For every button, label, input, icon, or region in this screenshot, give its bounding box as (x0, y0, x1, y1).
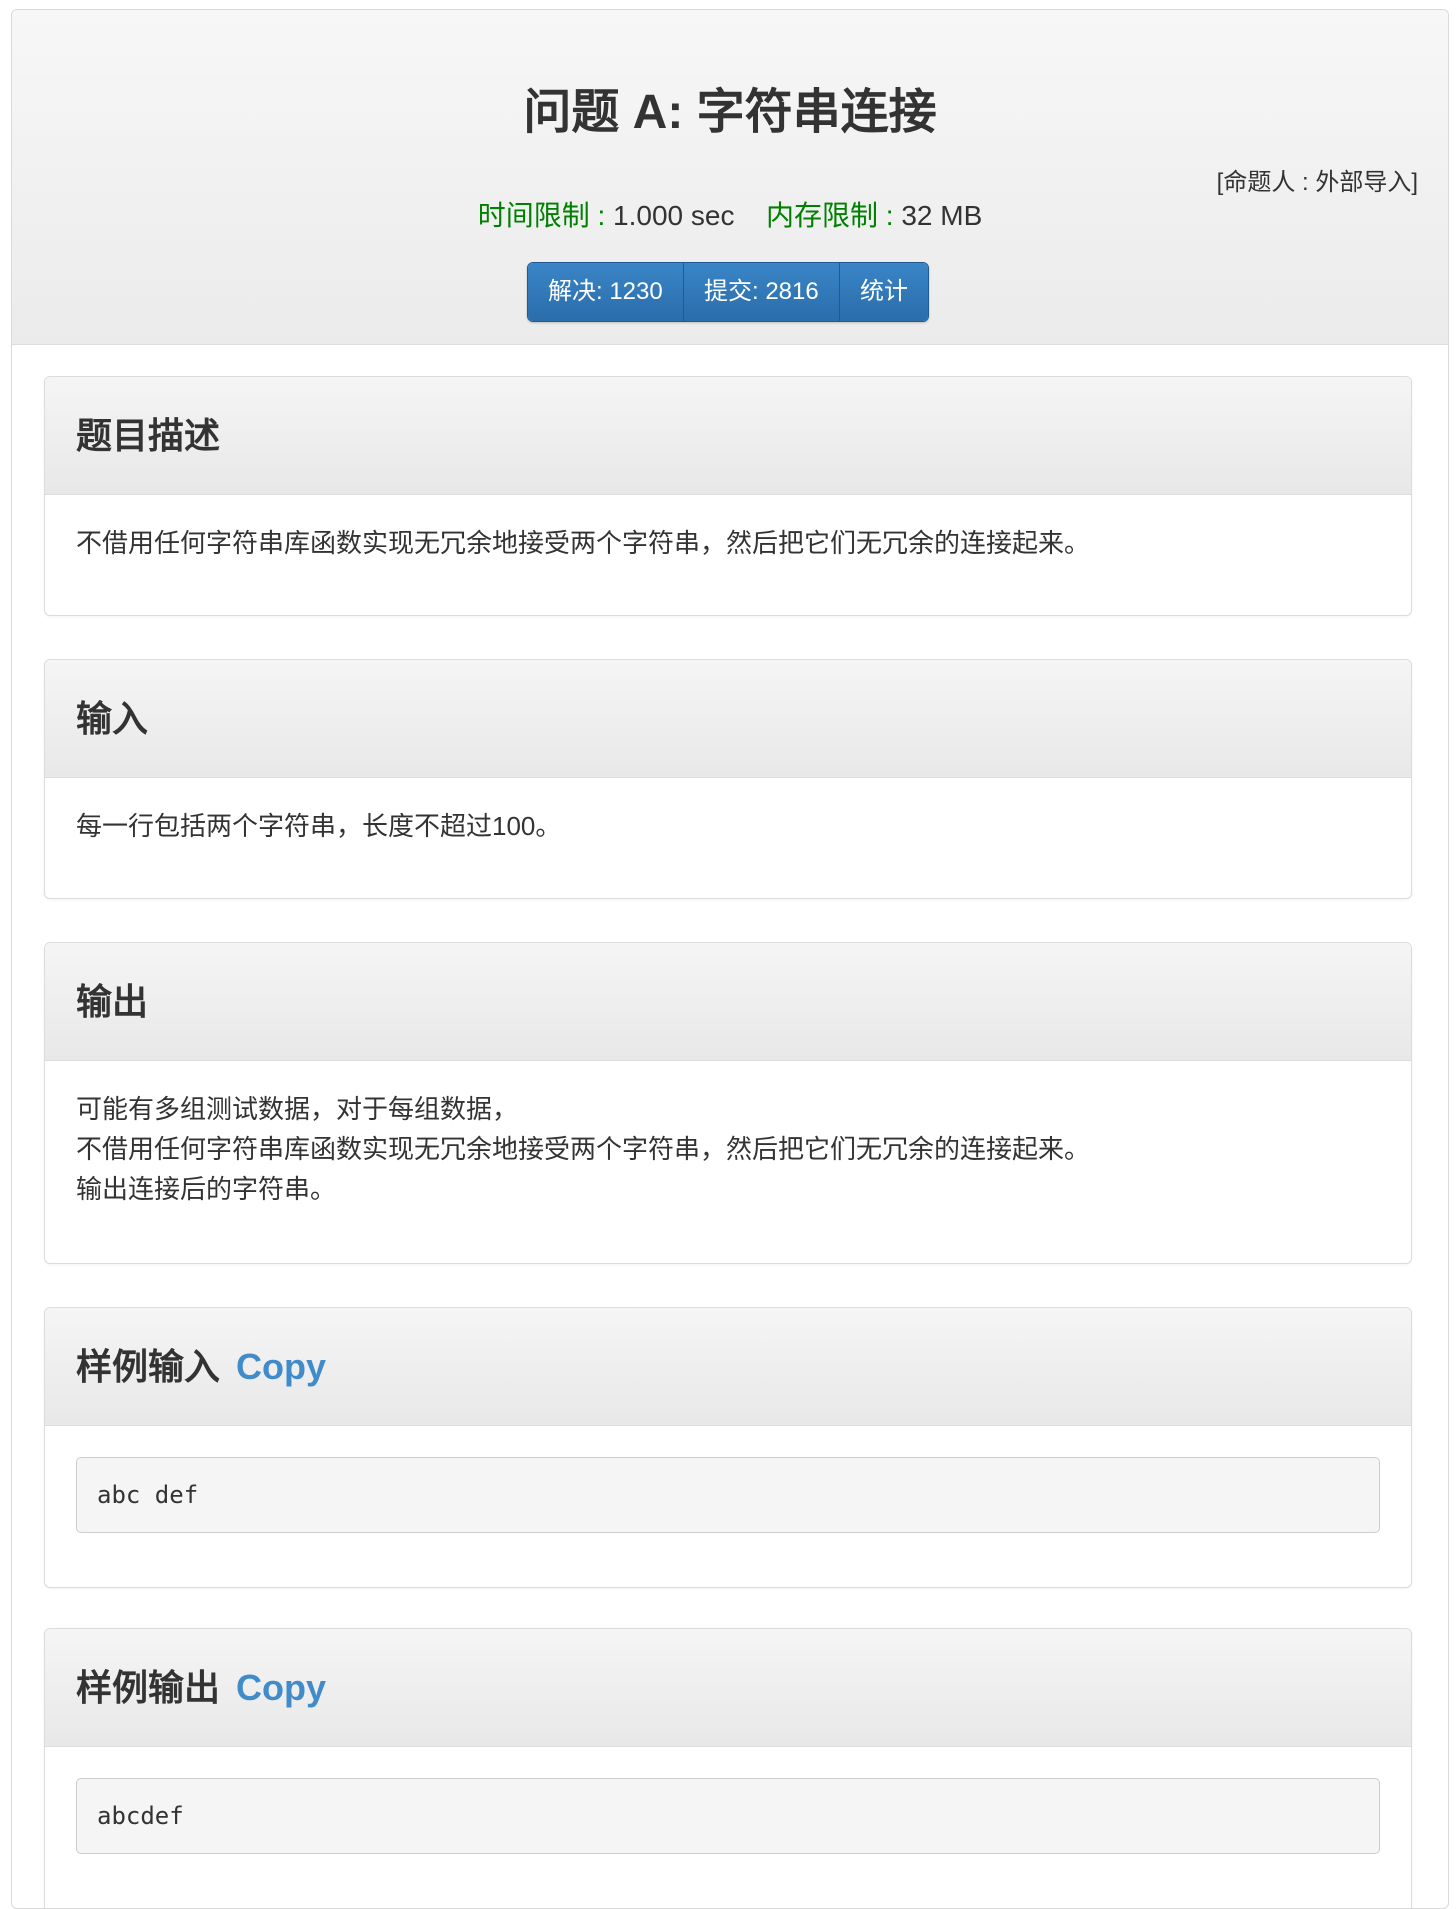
description-text: 不借用任何字符串库函数实现无冗余地接受两个字符串，然后把它们无冗余的连接起来。 (76, 528, 1091, 558)
sample-output-panel: 样例输出 Copy abcdef (44, 1628, 1412, 1908)
author-label: [命题人 : 外部导入] (1216, 169, 1418, 196)
sample-input-panel: 样例输入 Copy abc def (44, 1307, 1412, 1588)
description-panel: 题目描述 不借用任何字符串库函数实现无冗余地接受两个字符串，然后把它们无冗余的连… (44, 376, 1412, 616)
memory-limit-label: 内存限制 : (766, 200, 894, 231)
limits-line: 时间限制 : 1.000 sec 内存限制 : 32 MB (12, 194, 1448, 234)
description-heading: 题目描述 (45, 377, 1411, 495)
sample-input-title: 样例输入 (76, 1346, 221, 1387)
stats-button-group: 解决: 1230 提交: 2816 统计 (527, 262, 929, 322)
output-line: 可能有多组测试数据，对于每组数据， (76, 1094, 519, 1124)
input-panel: 输入 每一行包括两个字符串，长度不超过100。 (44, 659, 1412, 899)
page-title: 问题 A: 字符串连接 (523, 86, 937, 139)
time-limit-label: 时间限制 : (477, 200, 606, 231)
problem-page: 问题 A: 字符串连接 [命题人 : 外部导入] 时间限制 : 1.000 se… (11, 9, 1449, 1909)
sample-output-body: abcdef (45, 1747, 1411, 1854)
output-heading: 输出 (45, 943, 1411, 1061)
sample-input-code: abc def (76, 1457, 1380, 1533)
input-text: 每一行包括两个字符串，长度不超过100。 (76, 811, 562, 841)
sample-input-heading: 样例输入 Copy (45, 1308, 1411, 1426)
input-heading: 输入 (45, 660, 1411, 778)
sample-output-heading: 样例输出 Copy (45, 1629, 1411, 1747)
output-line: 不借用任何字符串库函数实现无冗余地接受两个字符串，然后把它们无冗余的连接起来。 (76, 1134, 1091, 1164)
output-panel: 输出 可能有多组测试数据，对于每组数据， 不借用任何字符串库函数实现无冗余地接受… (44, 942, 1412, 1264)
copy-sample-input-link[interactable]: Copy (236, 1346, 326, 1387)
submit-button[interactable]: 提交: 2816 (684, 263, 840, 321)
sample-output-code: abcdef (76, 1778, 1380, 1854)
sample-output-title: 样例输出 (76, 1667, 221, 1708)
time-limit-value: 1.000 sec (613, 200, 735, 231)
output-text: 可能有多组测试数据，对于每组数据， 不借用任何字符串库函数实现无冗余地接受两个字… (45, 1061, 1411, 1209)
statistics-button[interactable]: 统计 (840, 263, 928, 321)
copy-sample-output-link[interactable]: Copy (236, 1667, 326, 1708)
memory-limit-value: 32 MB (901, 200, 983, 231)
output-line: 输出连接后的字符串。 (76, 1174, 337, 1204)
problem-header: 问题 A: 字符串连接 [命题人 : 外部导入] 时间限制 : 1.000 se… (12, 10, 1448, 345)
solved-button[interactable]: 解决: 1230 (528, 263, 684, 321)
sample-input-body: abc def (45, 1426, 1411, 1533)
